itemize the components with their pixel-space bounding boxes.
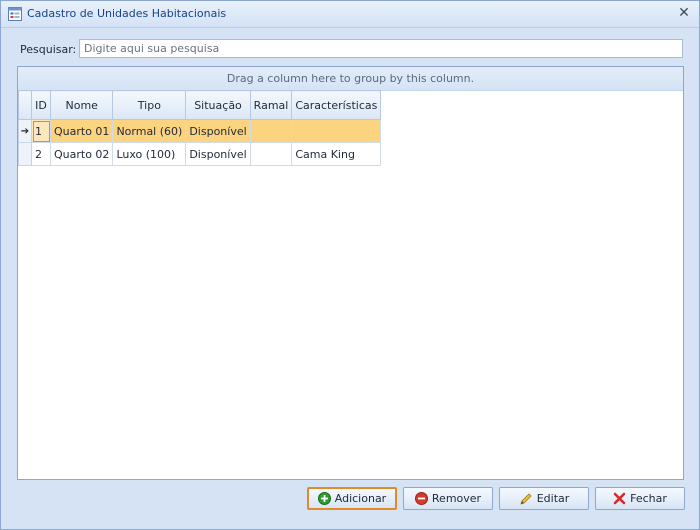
units-table: ID Nome Tipo Situação Ramal Característi… <box>18 90 382 166</box>
column-header-tipo[interactable]: Tipo <box>112 90 187 120</box>
cell-id[interactable]: 1 <box>31 119 51 143</box>
cell-id[interactable]: 2 <box>31 142 51 166</box>
search-input[interactable] <box>79 39 683 58</box>
form-window-icon <box>8 7 22 21</box>
table-row[interactable]: 2 Quarto 02 Luxo (100) Disponível Cama K… <box>18 142 382 166</box>
column-header-nome[interactable]: Nome <box>49 90 114 120</box>
close-button[interactable]: Fechar <box>595 487 685 510</box>
group-by-panel[interactable]: Drag a column here to group by this colu… <box>18 67 683 91</box>
column-header-caracteristicas[interactable]: Características <box>291 90 382 120</box>
pencil-icon <box>519 492 533 506</box>
column-header-ramal[interactable]: Ramal <box>249 90 293 120</box>
close-button-label: Fechar <box>630 492 667 505</box>
header-row: ID Nome Tipo Situação Ramal Característi… <box>18 90 382 120</box>
row-indicator-header <box>18 90 32 120</box>
edit-button[interactable]: Editar <box>499 487 589 510</box>
cell-situacao[interactable]: Disponível <box>185 119 251 143</box>
cell-nome[interactable]: Quarto 01 <box>49 119 114 143</box>
window-close-button[interactable]: ✕ <box>675 4 693 22</box>
minus-circle-icon <box>414 492 428 505</box>
row-indicator <box>18 142 32 166</box>
remove-button-label: Remover <box>431 492 482 505</box>
cell-situacao[interactable]: Disponível <box>185 142 251 166</box>
remove-button[interactable]: Remover <box>403 487 493 510</box>
cell-tipo[interactable]: Normal (60) <box>112 119 187 143</box>
row-indicator-arrow-icon: ➔ <box>18 119 32 143</box>
plus-circle-icon <box>317 492 331 505</box>
column-header-situacao[interactable]: Situação <box>185 90 251 120</box>
cell-nome[interactable]: Quarto 02 <box>49 142 114 166</box>
edit-button-label: Editar <box>536 492 570 505</box>
table-row[interactable]: ➔ 1 Quarto 01 Normal (60) Disponível <box>18 119 382 143</box>
units-grid: Drag a column here to group by this colu… <box>17 66 684 480</box>
title-bar: Cadastro de Unidades Habitacionais ✕ <box>1 1 699 28</box>
search-label: Pesquisar: <box>20 43 77 56</box>
add-button-label: Adicionar <box>334 492 387 505</box>
add-button[interactable]: Adicionar <box>307 487 397 510</box>
x-icon <box>613 492 626 505</box>
cell-caracteristicas[interactable] <box>291 119 382 143</box>
cell-ramal[interactable] <box>249 119 293 143</box>
cell-caracteristicas[interactable]: Cama King <box>291 142 382 166</box>
window-title: Cadastro de Unidades Habitacionais <box>27 7 227 20</box>
column-header-id[interactable]: ID <box>31 90 51 120</box>
cell-ramal[interactable] <box>249 142 293 166</box>
cell-tipo[interactable]: Luxo (100) <box>112 142 187 166</box>
main-window: Cadastro de Unidades Habitacionais ✕ Pes… <box>0 0 700 530</box>
